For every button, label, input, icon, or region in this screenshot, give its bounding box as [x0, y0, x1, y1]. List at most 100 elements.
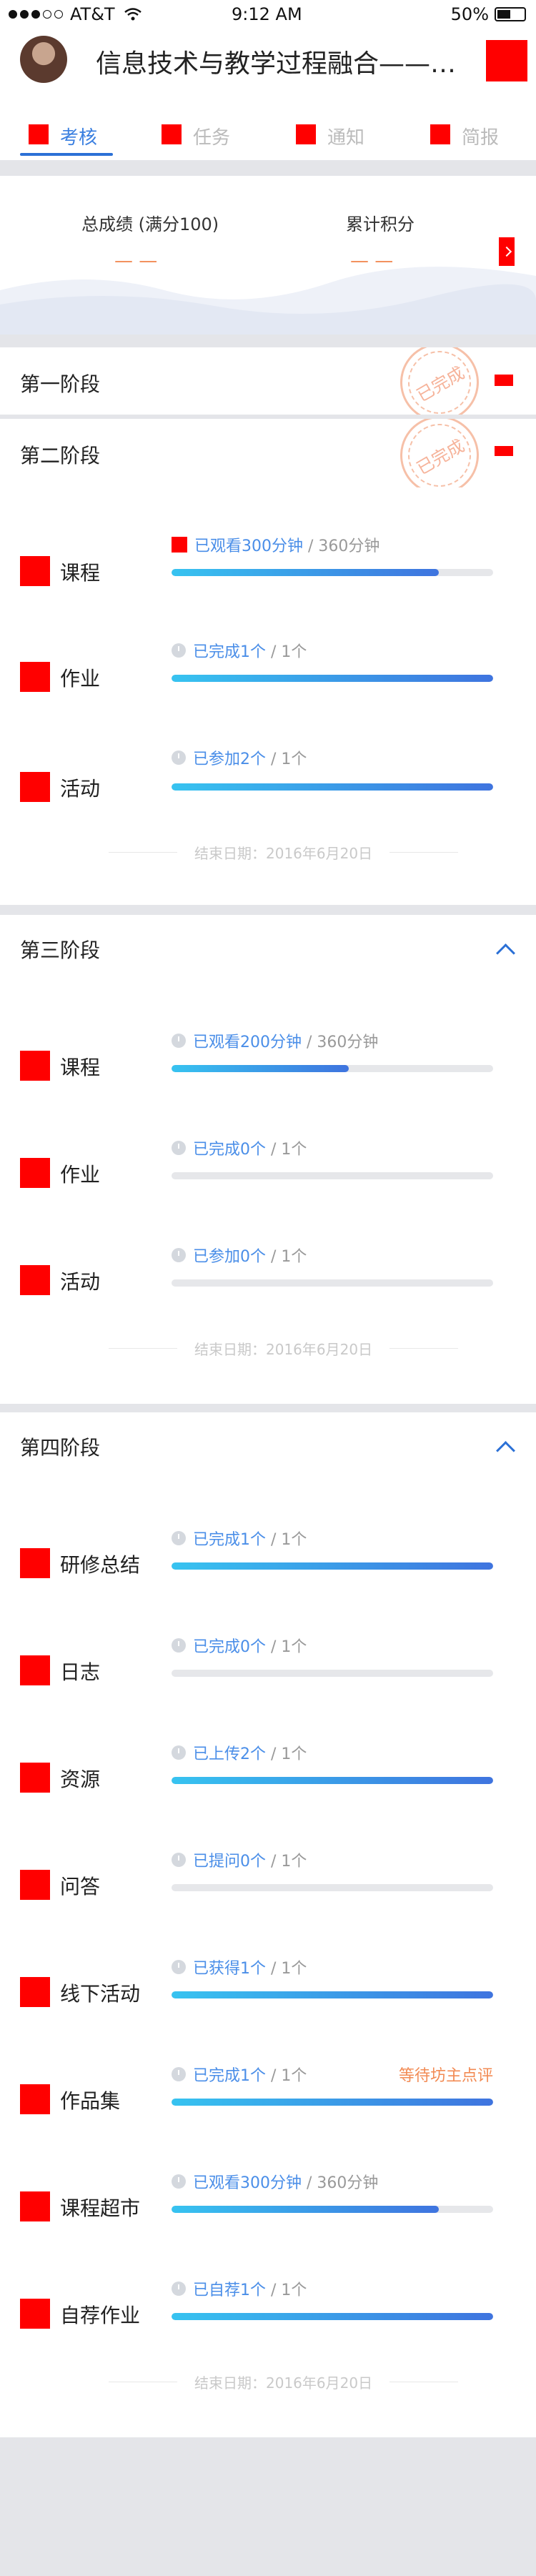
header-action-icon[interactable] [486, 40, 527, 81]
progress-bar [172, 2313, 493, 2320]
stage-title: 第二阶段 [20, 444, 101, 467]
progress-text: 已完成0个 [193, 1638, 266, 1656]
stage-3-header[interactable]: 第三阶段 [0, 915, 536, 982]
row-label: 研修总结 [60, 1553, 141, 1577]
bulletin-icon [430, 124, 450, 144]
clock-icon [172, 1960, 186, 1974]
notices-icon [296, 124, 316, 144]
progress-bar [172, 2206, 493, 2213]
row-meta: 已观看300分钟 / 360分钟 [172, 533, 379, 556]
progress-bar [172, 1777, 493, 1784]
video-icon [172, 537, 187, 553]
tab-bulletin[interactable]: 简报 [430, 123, 499, 160]
progress-limit: / 1个 [266, 643, 307, 661]
tab-notices[interactable]: 通知 [296, 123, 364, 160]
row-meta: 已自荐1个 / 1个 [172, 2277, 307, 2300]
progress-fill [172, 2313, 493, 2320]
progress-fill [172, 569, 439, 576]
signal-dot-icon [43, 10, 51, 19]
progress-bar [172, 1562, 493, 1570]
stage-2-header[interactable]: 第二阶段 已完成 [0, 419, 536, 487]
progress-text: 已参加0个 [193, 1248, 266, 1266]
row-meta: 已获得1个 / 1个 [172, 1956, 307, 1978]
progress-fill [172, 1065, 349, 1072]
summary-wave-decoration [0, 267, 536, 335]
course-icon [20, 1051, 50, 1081]
stage-title: 第一阶段 [20, 372, 101, 396]
page-header: 信息技术与教学过程融合——教学设计 [0, 29, 536, 123]
recommended-homework-icon [20, 2299, 50, 2329]
stage-4-header[interactable]: 第四阶段 [0, 1412, 536, 1480]
row-meta: 已完成1个 / 1个 [172, 2063, 307, 2086]
progress-limit: / 360分钟 [302, 1034, 379, 1051]
page-title: 信息技术与教学过程融合——教学设计 [96, 49, 467, 79]
row-label: 课程 [60, 561, 101, 585]
row-label: 作品集 [60, 2089, 121, 2113]
course-market-icon [20, 2191, 50, 2221]
progress-limit: / 360分钟 [303, 538, 380, 555]
clock-icon [172, 1638, 186, 1653]
row-meta: 已完成1个 / 1个 [172, 1527, 307, 1550]
homework-icon [20, 662, 50, 692]
progress-bar [172, 1884, 493, 1891]
stage-1-header[interactable]: 第一阶段 已完成 [0, 347, 536, 415]
assessment-icon [29, 124, 49, 144]
row-label: 作业 [60, 1163, 101, 1187]
progress-bar [172, 675, 493, 682]
progress-text: 已上传2个 [193, 1745, 266, 1763]
row-label: 作业 [60, 667, 101, 690]
row-label: 自荐作业 [60, 2304, 141, 2327]
row-label: 课程 [60, 1056, 101, 1079]
summary-arrow-icon[interactable] [499, 237, 515, 266]
progress-text: 已参加2个 [193, 750, 266, 768]
mail-icon[interactable] [495, 375, 513, 386]
clock-icon [172, 1034, 186, 1048]
progress-limit: / 1个 [266, 1531, 307, 1549]
clock-icon [172, 1853, 186, 1867]
carrier-name: AT&T [70, 4, 115, 24]
clock-icon [172, 2174, 186, 2189]
score-summary-card: 总成绩 (满分100) — — 累计积分 — — [0, 176, 536, 335]
row-label: 问答 [60, 1875, 101, 1898]
progress-fill [172, 675, 493, 682]
end-date-text: 结束日期：2016年6月20日 [194, 2374, 373, 2392]
status-time: 9:12 AM [232, 4, 302, 24]
end-date: 结束日期：2016年6月20日 [109, 2372, 459, 2392]
tab-tasks[interactable]: 任务 [162, 123, 230, 160]
row-meta: 已上传2个 / 1个 [172, 1741, 307, 1764]
battery-icon [495, 7, 526, 21]
progress-limit: / 1个 [266, 1960, 307, 1978]
progress-fill [172, 1777, 493, 1784]
offline-activity-icon [20, 1977, 50, 2007]
stage-title: 第四阶段 [20, 1436, 101, 1460]
progress-bar [172, 1172, 493, 1179]
wifi-icon [124, 8, 142, 21]
progress-bar [172, 1991, 493, 1998]
total-score-label: 总成绩 (满分100) [81, 214, 219, 234]
progress-limit: / 1个 [266, 2282, 307, 2299]
clock-icon [172, 2282, 186, 2296]
stage-4-body: 研修总结 已完成1个 / 1个 日志 已完成0个 / 1个 资源 已上传2个 /… [0, 1480, 536, 2437]
carrier-signal: AT&T [9, 4, 142, 24]
progress-text: 已自荐1个 [193, 2282, 266, 2299]
chevron-up-icon[interactable] [496, 1441, 515, 1460]
points-value: — — [350, 250, 394, 272]
mail-icon[interactable] [495, 446, 513, 456]
progress-bar [172, 1279, 493, 1287]
tab-label: 考核 [60, 127, 98, 149]
progress-limit: / 1个 [266, 1638, 307, 1656]
progress-limit: / 360分钟 [302, 2174, 379, 2192]
stage-3-body: 课程 已观看200分钟 / 360分钟 作业 已完成0个 / 1个 活动 已参加… [0, 982, 536, 1404]
row-meta: 已参加2个 / 1个 [172, 746, 307, 769]
chevron-up-icon[interactable] [496, 943, 515, 963]
progress-text: 已观看300分钟 [193, 2174, 302, 2192]
activity-icon [20, 1265, 50, 1295]
progress-text: 已完成0个 [193, 1141, 266, 1159]
tab-label: 简报 [462, 127, 500, 149]
progress-limit: / 1个 [266, 750, 307, 768]
avatar[interactable] [20, 36, 67, 83]
progress-text: 已观看200分钟 [193, 1034, 302, 1051]
progress-limit: / 1个 [266, 1248, 307, 1266]
end-date: 结束日期：2016年6月20日 [109, 842, 459, 863]
journal-icon [20, 1655, 50, 1685]
